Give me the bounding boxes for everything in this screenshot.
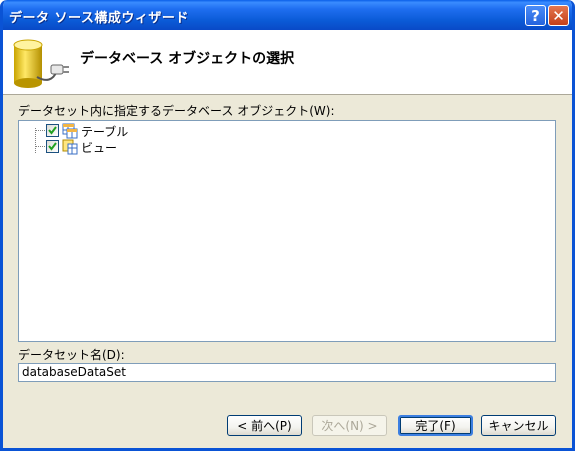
- next-button[interactable]: 次へ(N) >: [312, 415, 387, 436]
- tables-checkbox[interactable]: [46, 124, 59, 137]
- tree-item-label: ビュー: [81, 141, 118, 155]
- dataset-name-label: データセット名(D):: [18, 348, 125, 362]
- help-button[interactable]: ?: [525, 5, 546, 26]
- tree-connector: [35, 146, 45, 147]
- wizard-header: データベース オブジェクトの選択: [3, 30, 572, 95]
- database-connect-icon: [11, 37, 71, 96]
- database-object-tree[interactable]: テーブル ビュー: [18, 120, 556, 342]
- finish-button[interactable]: 完了(F): [398, 415, 473, 436]
- table-icon: [62, 123, 78, 139]
- tree-label: データセット内に指定するデータベース オブジェクト(W):: [18, 104, 335, 118]
- title-bar[interactable]: データ ソース構成ウィザード ? ✕: [3, 0, 572, 30]
- page-heading: データベース オブジェクトの選択: [80, 51, 295, 67]
- tree-connector: [35, 130, 45, 131]
- dataset-name-input[interactable]: databaseDataSet: [18, 363, 556, 382]
- tree-item-label: テーブル: [81, 125, 129, 139]
- view-icon: [62, 139, 78, 155]
- close-button[interactable]: ✕: [548, 5, 569, 26]
- views-checkbox[interactable]: [46, 140, 59, 153]
- back-button[interactable]: < 前へ(P): [227, 415, 302, 436]
- tree-connector: [35, 128, 36, 153]
- cancel-button[interactable]: キャンセル: [481, 415, 556, 436]
- window-title: データ ソース構成ウィザード: [9, 11, 189, 26]
- wizard-window: データ ソース構成ウィザード ? ✕ データベース オブジェクトの選択 データセ…: [0, 0, 575, 451]
